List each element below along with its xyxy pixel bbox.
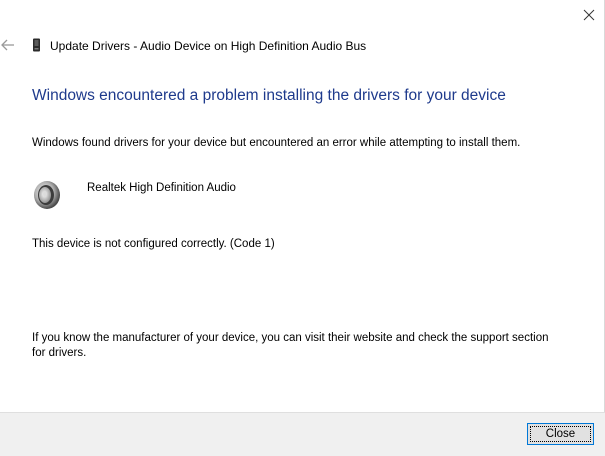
- device-name: Realtek High Definition Audio: [87, 182, 236, 194]
- dialog-footer: Close: [0, 412, 605, 456]
- window-title: Update Drivers - Audio Device on High De…: [50, 39, 367, 53]
- speaker-icon: [34, 181, 60, 209]
- back-arrow-icon[interactable]: [0, 37, 16, 53]
- update-drivers-window: Update Drivers - Audio Device on High De…: [0, 0, 605, 456]
- device-manager-icon: [33, 38, 40, 52]
- page-heading: Windows encountered a problem installing…: [32, 87, 506, 104]
- device-status: This device is not configured correctly.…: [32, 238, 275, 250]
- support-text: If you know the manufacturer of your dev…: [32, 332, 549, 359]
- close-button[interactable]: Close: [527, 423, 594, 445]
- error-description: Windows found drivers for your device bu…: [32, 137, 521, 149]
- close-window-icon[interactable]: [578, 4, 600, 26]
